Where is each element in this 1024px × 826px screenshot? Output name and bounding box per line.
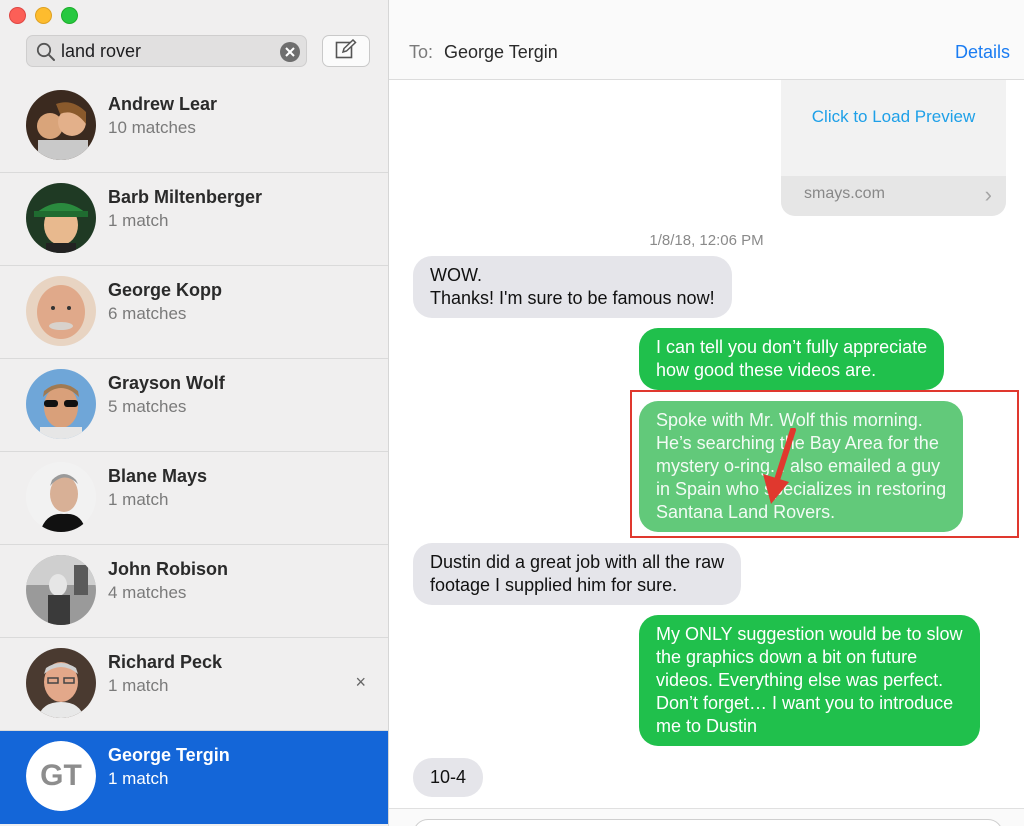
message-line: Thanks! I'm sure to be famous now! (430, 288, 715, 308)
conversation-item[interactable]: Richard Peck 1 match × (0, 638, 388, 731)
conversation-name: George Tergin (108, 745, 230, 765)
message-input[interactable] (413, 819, 1003, 826)
conversation-item[interactable]: George Kopp 6 matches (0, 266, 388, 359)
search-icon (31, 36, 61, 66)
match-count: 10 matches (108, 118, 196, 137)
message-bubble-outgoing[interactable]: I can tell you don’t fully appreciate ho… (639, 328, 945, 390)
conversation-name: John Robison (108, 559, 228, 579)
match-count: 1 match (108, 769, 169, 788)
conversation-pane: To: George Tergin Details Click to Load … (389, 0, 1024, 826)
match-count: 1 match (108, 676, 169, 695)
conversation-item-selected[interactable]: GT George Tergin 1 match (0, 731, 388, 824)
compose-icon (335, 38, 357, 64)
message-bubble-incoming[interactable]: WOW. Thanks! I'm sure to be famous now! (413, 256, 732, 318)
avatar-initials: GT (26, 741, 96, 811)
link-preview[interactable]: Click to Load Preview smays.com › (781, 80, 1006, 216)
conversation-list: Andrew Lear 10 matches Barb Miltenberger… (0, 80, 388, 824)
conversation-name: Barb Miltenberger (108, 187, 263, 207)
message-line: WOW. (430, 265, 482, 285)
conversation-name: George Kopp (108, 280, 223, 300)
message-line: My ONLY suggestion would be to slow (656, 624, 963, 644)
message-line: how good these videos are. (656, 360, 877, 380)
message-bubble-incoming[interactable]: 10-4 (413, 758, 484, 797)
preview-domain: smays.com (804, 185, 885, 202)
conversation-name: Andrew Lear (108, 94, 218, 114)
message-line: me to Dustin (656, 716, 758, 736)
avatar (26, 369, 96, 439)
match-count: 4 matches (108, 583, 187, 602)
close-window-button[interactable] (9, 7, 26, 24)
to-label: To: (409, 42, 434, 62)
avatar (26, 648, 96, 718)
conversation-name: Richard Peck (108, 652, 223, 672)
message-line: I can tell you don’t fully appreciate (656, 337, 928, 357)
conversation-header: To: George Tergin Details (389, 0, 1024, 80)
avatar (26, 462, 96, 532)
message-bubble-incoming[interactable]: Dustin did a great job with all the raw … (413, 543, 742, 605)
recipient-name[interactable]: George Tergin (444, 42, 558, 63)
minimize-window-button[interactable] (35, 7, 52, 24)
zoom-window-button[interactable] (61, 7, 78, 24)
close-icon[interactable]: × (355, 672, 366, 693)
conversation-item[interactable]: Barb Miltenberger 1 match (0, 173, 388, 266)
conversation-name: Blane Mays (108, 466, 208, 486)
composer-bar (389, 808, 1024, 826)
message-line: videos. Everything else was perfect. (656, 670, 944, 690)
match-count: 6 matches (108, 304, 187, 323)
annotation-arrow-icon (763, 428, 796, 504)
avatar (26, 183, 96, 253)
match-count: 5 matches (108, 397, 187, 416)
compose-button[interactable] (322, 35, 370, 67)
clear-search-icon[interactable] (280, 42, 300, 62)
avatar (26, 276, 96, 346)
message-line: 10-4 (430, 767, 467, 787)
window-controls (9, 7, 78, 24)
message-line: the graphics down a bit on future (656, 647, 918, 667)
message-bubble-outgoing[interactable]: My ONLY suggestion would be to slow the … (639, 615, 980, 746)
message-line: Dustin did a great job with all the raw (430, 552, 725, 572)
load-preview-link[interactable]: Click to Load Preview (781, 107, 1006, 127)
conversation-item[interactable]: Blane Mays 1 match (0, 452, 388, 545)
message-timestamp: 1/8/18, 12:06 PM (649, 232, 764, 249)
conversation-item[interactable]: Grayson Wolf 5 matches (0, 359, 388, 452)
conversation-name: Grayson Wolf (108, 373, 225, 393)
avatar (26, 90, 96, 160)
sidebar: Andrew Lear 10 matches Barb Miltenberger… (0, 0, 389, 826)
chevron-right-icon: › (984, 182, 992, 207)
match-count: 1 match (108, 490, 169, 509)
annotation-highlight-box (630, 390, 1019, 538)
match-count: 1 match (108, 211, 169, 230)
preview-footer[interactable]: smays.com › (781, 176, 1006, 216)
avatar: GT (26, 741, 96, 811)
message-line: footage I supplied him for sure. (430, 575, 678, 595)
search-input[interactable] (61, 40, 271, 62)
message-line: Don’t forget… I want you to introduce (656, 693, 954, 713)
avatar (26, 555, 96, 625)
conversation-item[interactable]: John Robison 4 matches (0, 545, 388, 638)
search-field[interactable] (26, 35, 307, 67)
conversation-item[interactable]: Andrew Lear 10 matches (0, 80, 388, 173)
details-button[interactable]: Details (955, 42, 1010, 63)
